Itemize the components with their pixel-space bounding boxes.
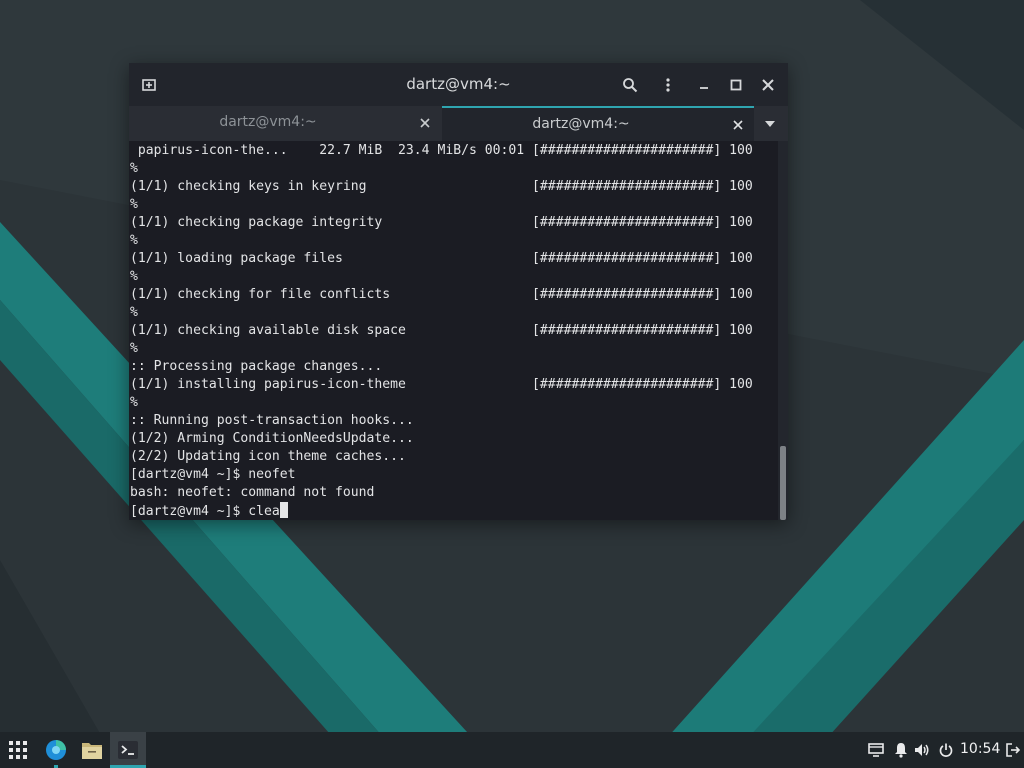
file-manager-icon[interactable] [76, 732, 108, 768]
terminal-line: % [130, 268, 138, 286]
terminal-line-text: :: Running post-transaction hooks... [130, 413, 414, 428]
power-icon[interactable] [936, 732, 956, 768]
tab-close-icon[interactable] [728, 115, 748, 135]
tab-close-icon[interactable] [415, 113, 435, 133]
tab-label: dartz@vm4:~ [219, 114, 317, 130]
terminal-line: [dartz@vm4 ~]$ neofet [130, 466, 296, 484]
terminal-line: :: Running post-transaction hooks... [130, 412, 414, 430]
terminal-line: % [130, 304, 138, 322]
terminal-line-text: % [130, 305, 138, 320]
terminal-line-text: (1/1) checking keys in keyring [########… [130, 179, 753, 194]
maximize-icon[interactable] [724, 73, 748, 97]
terminal-line-text: (1/1) checking package integrity [######… [130, 215, 753, 230]
terminal-line-text: % [130, 197, 138, 212]
minimize-icon[interactable] [692, 73, 716, 97]
notification-bell-icon[interactable] [892, 732, 910, 768]
logout-icon[interactable] [1004, 732, 1022, 768]
terminal-line-text: % [130, 269, 138, 284]
search-icon[interactable] [618, 73, 642, 97]
clock[interactable]: 10:54 [960, 741, 1000, 757]
terminal-line: (1/1) checking keys in keyring [########… [130, 178, 753, 196]
terminal-line: % [130, 196, 138, 214]
terminal-line: papirus-icon-the... 22.7 MiB 23.4 MiB/s … [130, 142, 753, 160]
terminal-line: (1/1) checking for file conflicts [#####… [130, 286, 753, 304]
terminal-output[interactable]: papirus-icon-the... 22.7 MiB 23.4 MiB/s … [129, 141, 778, 520]
terminal-line: % [130, 394, 138, 412]
browser-icon[interactable] [40, 732, 72, 768]
terminal-line: :: Processing package changes... [130, 358, 382, 376]
terminal-line-text: (1/1) checking available disk space [###… [130, 323, 753, 338]
terminal-line: (2/2) Updating icon theme caches... [130, 448, 406, 466]
terminal-line: (1/1) checking available disk space [###… [130, 322, 753, 340]
terminal-line-text: bash: neofet: command not found [130, 485, 375, 500]
terminal-line: % [130, 340, 138, 358]
terminal-line: bash: neofet: command not found [130, 484, 374, 502]
terminal-line-text: (2/2) Updating icon theme caches... [130, 449, 406, 464]
close-icon[interactable] [756, 73, 780, 97]
network-icon[interactable] [866, 732, 886, 768]
tab-2-active[interactable]: dartz@vm4:~ [442, 106, 754, 141]
terminal-line-text: [dartz@vm4 ~]$ neofet [130, 467, 296, 482]
terminal-line-text: % [130, 341, 138, 356]
tab-1[interactable]: dartz@vm4:~ [129, 106, 441, 141]
terminal-line-text: [dartz@vm4 ~]$ clea [130, 504, 280, 519]
terminal-line-text: (1/1) installing papirus-icon-theme [###… [130, 377, 753, 392]
terminal-line-text: % [130, 395, 138, 410]
tab-label: dartz@vm4:~ [532, 116, 630, 132]
terminal-line-text: :: Processing package changes... [130, 359, 383, 374]
terminal-line: % [130, 160, 138, 178]
terminal-line-text: papirus-icon-the... 22.7 MiB 23.4 MiB/s … [130, 143, 753, 158]
terminal-line-text: (1/1) loading package files [###########… [130, 251, 753, 266]
window-titlebar[interactable]: dartz@vm4:~ [129, 63, 788, 106]
text-cursor [279, 502, 288, 518]
terminal-prompt-line: [dartz@vm4 ~]$ clea [130, 502, 288, 520]
window-title: dartz@vm4:~ [406, 75, 511, 93]
terminal-icon[interactable] [110, 732, 146, 768]
tab-list-dropdown-icon[interactable] [760, 114, 780, 134]
terminal-line: (1/1) installing papirus-icon-theme [###… [130, 376, 753, 394]
terminal-window: dartz@vm4:~ dartz@vm4:~ dartz@vm4:~ papi… [129, 63, 788, 520]
kebab-menu-icon[interactable] [656, 73, 680, 97]
terminal-line: (1/1) loading package files [###########… [130, 250, 753, 268]
terminal-line: % [130, 232, 138, 250]
terminal-line-text: % [130, 233, 138, 248]
terminal-line-text: % [130, 161, 138, 176]
tab-bar: dartz@vm4:~ dartz@vm4:~ [129, 106, 788, 141]
scrollbar-thumb[interactable] [780, 446, 786, 520]
taskbar: 10:54 [0, 732, 1024, 768]
app-grid-icon[interactable] [4, 732, 32, 768]
terminal-line: (1/2) Arming ConditionNeedsUpdate... [130, 430, 414, 448]
terminal-line-text: (1/1) checking for file conflicts [#####… [130, 287, 753, 302]
volume-icon[interactable] [912, 732, 932, 768]
terminal-line-text: (1/2) Arming ConditionNeedsUpdate... [130, 431, 414, 446]
terminal-line: (1/1) checking package integrity [######… [130, 214, 753, 232]
